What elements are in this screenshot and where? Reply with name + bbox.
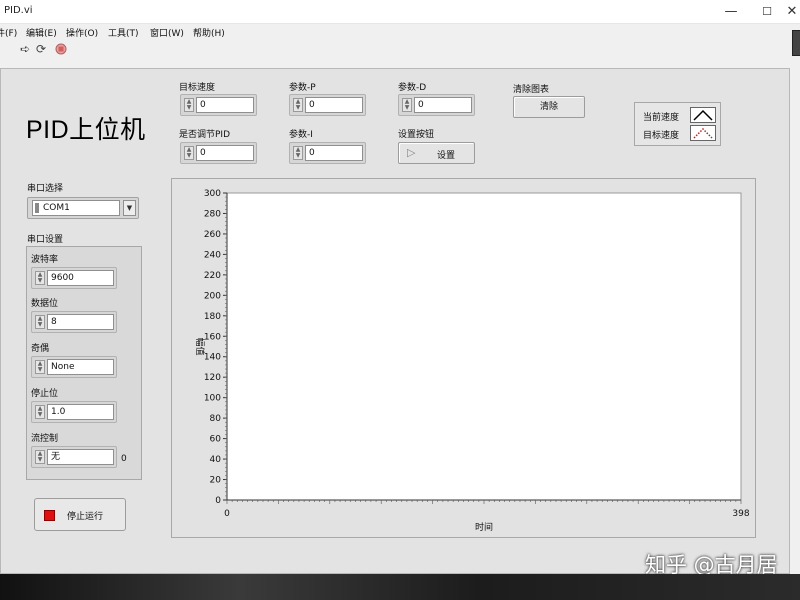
menu-bar: 件(F) 编辑(E) 操作(O) 工具(T) 窗口(W) 帮助(H) <box>0 24 800 40</box>
param-p-control[interactable]: ▲ ▼ 0 <box>289 94 366 116</box>
legend-target-speed: 目标速度 <box>643 131 680 141</box>
flow-control-field[interactable]: 无 <box>47 449 114 465</box>
clear-chart-label: 清除图表 <box>513 85 550 95</box>
spinner-icon[interactable]: ▲ ▼ <box>293 98 303 112</box>
chevron-down-icon[interactable]: ▼ <box>123 200 136 216</box>
right-edge-icon <box>792 30 800 56</box>
page-title: PID上位机 <box>26 116 146 144</box>
continuous-run-icon[interactable]: ⟳ <box>36 42 46 56</box>
menu-file[interactable]: 件(F) <box>0 26 17 39</box>
stop-run-label: 停止运行 <box>67 512 104 522</box>
stop-bits-field[interactable]: 1.0 <box>47 404 114 420</box>
baud-field[interactable]: 9600 <box>47 270 114 286</box>
spinner-icon[interactable]: ▲ ▼ <box>184 146 194 160</box>
clear-button[interactable]: 清除 <box>513 96 585 118</box>
target-speed-field[interactable]: 0 <box>196 97 254 113</box>
data-bits-field[interactable]: 8 <box>47 314 114 330</box>
baud-control[interactable]: ▲ ▼ 9600 <box>31 267 117 289</box>
param-p-field[interactable]: 0 <box>305 97 363 113</box>
spinner-icon[interactable]: ▲ ▼ <box>35 450 45 464</box>
spinner-icon[interactable]: ▲ ▼ <box>184 98 194 112</box>
spinner-icon[interactable]: ▲ ▼ <box>293 146 303 160</box>
set-button[interactable]: ▷ 设置 <box>398 142 475 164</box>
parity-label: 奇偶 <box>31 344 50 354</box>
param-i-label: 参数-I <box>289 130 313 140</box>
menu-edit[interactable]: 编辑(E) <box>26 26 57 39</box>
parity-control[interactable]: ▲ ▼ None <box>31 356 117 378</box>
param-d-control[interactable]: ▲ ▼ 0 <box>398 94 475 116</box>
menu-tools[interactable]: 工具(T) <box>108 26 139 39</box>
spinner-icon[interactable]: ▲ ▼ <box>35 315 45 329</box>
minimize-button[interactable]: — <box>714 0 748 24</box>
spinner-icon[interactable]: ▲ ▼ <box>402 98 412 112</box>
flow-control-control[interactable]: ▲ ▼ 无 <box>31 446 117 468</box>
run-arrow-icon[interactable]: ➪ <box>20 42 30 56</box>
window-title: PID.vi <box>4 5 33 16</box>
serial-settings-label: 串口设置 <box>27 235 64 245</box>
toolbar: ➪ ⟳ <box>0 40 800 60</box>
solid-line-icon[interactable] <box>690 107 716 123</box>
serial-port-value[interactable]: COM1 <box>32 200 120 216</box>
spinner-icon[interactable]: ▲ ▼ <box>35 405 45 419</box>
param-p-label: 参数-P <box>289 83 316 93</box>
param-d-field[interactable]: 0 <box>414 97 472 113</box>
stop-icon <box>44 510 55 521</box>
target-speed-label: 目标速度 <box>179 83 216 93</box>
param-d-label: 参数-D <box>398 83 427 93</box>
spinner-icon[interactable]: ▲ ▼ <box>35 271 45 285</box>
menu-operate[interactable]: 操作(O) <box>66 26 98 39</box>
desktop-background-strip <box>0 574 800 600</box>
play-icon: ▷ <box>407 146 416 159</box>
target-speed-control[interactable]: ▲ ▼ 0 <box>180 94 257 116</box>
title-bar: PID.vi — ☐ ✕ <box>0 0 800 24</box>
serial-select-label: 串口选择 <box>27 184 64 194</box>
stop-bits-label: 停止位 <box>31 389 59 399</box>
stop-bits-control[interactable]: ▲ ▼ 1.0 <box>31 401 117 423</box>
menu-help[interactable]: 帮助(H) <box>193 26 225 39</box>
baud-label: 波特率 <box>31 255 59 265</box>
flow-control-label: 流控制 <box>31 434 59 444</box>
maximize-button[interactable]: ☐ <box>750 0 784 24</box>
plot-legend: 当前速度 目标速度 <box>634 102 721 146</box>
legend-current-speed: 当前速度 <box>643 113 680 123</box>
data-bits-control[interactable]: ▲ ▼ 8 <box>31 311 117 333</box>
menu-window[interactable]: 窗口(W) <box>150 26 184 39</box>
parity-field[interactable]: None <box>47 359 114 375</box>
flow-control-indicator: 0 <box>121 454 127 464</box>
dotted-line-icon[interactable] <box>690 125 716 141</box>
spinner-icon[interactable]: ▲ ▼ <box>35 360 45 374</box>
abort-icon[interactable] <box>55 43 67 58</box>
stop-run-button[interactable]: 停止运行 <box>34 498 126 531</box>
adjust-pid-control[interactable]: ▲ ▼ 0 <box>180 142 257 164</box>
param-i-field[interactable]: 0 <box>305 145 363 161</box>
data-bits-label: 数据位 <box>31 299 59 309</box>
set-button-text: 设置 <box>437 151 456 161</box>
set-button-label: 设置按钮 <box>398 130 435 140</box>
close-button[interactable]: ✕ <box>782 0 800 24</box>
adjust-pid-label: 是否调节PID <box>179 130 231 140</box>
adjust-pid-field[interactable]: 0 <box>196 145 254 161</box>
param-i-control[interactable]: ▲ ▼ 0 <box>289 142 366 164</box>
waveform-chart-frame <box>171 178 756 538</box>
serial-port-combo[interactable]: COM1 ▼ <box>27 197 139 219</box>
